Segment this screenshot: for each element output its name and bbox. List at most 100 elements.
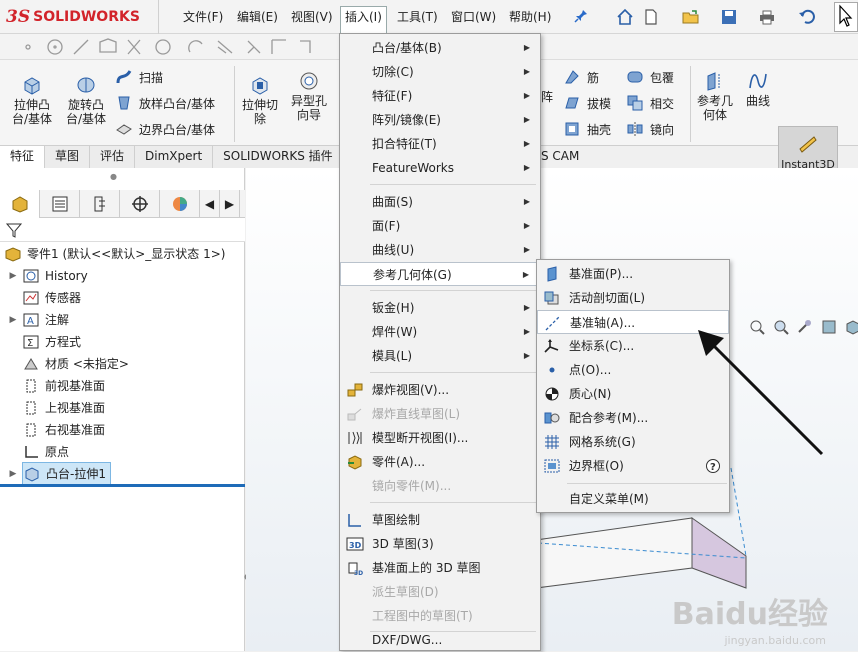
tree-item-sensors[interactable]: 传感器 [4, 287, 81, 309]
tab-dimxpert[interactable]: DimXpert [135, 146, 214, 168]
tree-item-annotations[interactable]: ▶ A 注解 [4, 309, 69, 331]
submenu-arrow-icon: ▶ [523, 139, 530, 148]
hole-wizard-button[interactable]: 异型孔 向导 [286, 70, 332, 122]
menu-item-face[interactable]: 面(F) ▶ [340, 214, 540, 238]
configuration-tab[interactable] [80, 190, 120, 218]
new-document-icon[interactable] [640, 6, 662, 28]
menu-item-sketch-from-drawing: 工程图中的草图(T) [372, 609, 473, 623]
revolve-boss-button[interactable]: 旋转凸 台/基体 [60, 74, 112, 126]
open-folder-icon[interactable] [680, 6, 702, 28]
extrude-label: 拉伸凸 台/基体 [11, 98, 53, 126]
menu-file[interactable]: 文件(F) [179, 7, 227, 27]
menu-item-molds[interactable]: 模具(L) ▶ [340, 344, 540, 368]
tree-item-front-plane[interactable]: 前视基准面 [4, 375, 105, 397]
tree-item-top-plane[interactable]: 上视基准面 [4, 397, 105, 419]
tab-addins[interactable]: SOLIDWORKS 插件 [213, 146, 344, 168]
menu-item-customize-menu[interactable]: 自定义菜单(M) [537, 487, 729, 511]
menu-item-fastening-feature[interactable]: 扣合特征(T) ▶ [340, 132, 540, 156]
tree-item-right-plane[interactable]: 右视基准面 [4, 419, 105, 441]
menu-item-weldments[interactable]: 焊件(W) ▶ [340, 320, 540, 344]
sensor-icon [23, 291, 39, 305]
shell-button[interactable]: 抽壳 [563, 118, 611, 140]
sketch-tools-icons[interactable] [0, 34, 330, 60]
select-cursor-button[interactable] [834, 2, 858, 32]
tree-item-label: History [45, 269, 88, 283]
menu-item-sheet-metal[interactable]: 钣金(H) ▶ [340, 296, 540, 320]
extrude-boss-button[interactable]: 拉伸凸 台/基体 [8, 74, 56, 126]
menu-item-live-section-plane[interactable]: 活动剖切面(L) [537, 286, 729, 310]
svg-text:A: A [27, 316, 34, 327]
tab-scroll-right[interactable]: ▶ [220, 190, 240, 218]
property-manager-tab[interactable] [40, 190, 80, 218]
menu-tools[interactable]: 工具(T) [393, 7, 442, 27]
tab-cam-partial[interactable]: S CAM [541, 149, 579, 163]
tab-evaluate[interactable]: 评估 [90, 146, 136, 168]
menu-help[interactable]: 帮助(H) [505, 7, 555, 27]
sweep-icon [116, 70, 132, 84]
menu-item-reference-geometry[interactable]: 参考几何体(G) ▶ [340, 262, 540, 286]
menu-item-part[interactable]: 零件(A)... [340, 450, 540, 474]
intersect-button[interactable]: 相交 [626, 92, 674, 114]
curves-button[interactable]: 曲线 [740, 70, 776, 108]
expand-arrow-icon[interactable]: ▶ [4, 463, 22, 485]
menu-item-exploded-view[interactable]: 爆炸视图(V)... [340, 378, 540, 402]
wrap-button[interactable]: 包覆 [626, 66, 674, 88]
menu-item-surface[interactable]: 曲面(S) ▶ [340, 190, 540, 214]
undo-icon[interactable] [796, 6, 818, 28]
home-icon[interactable] [614, 6, 636, 28]
tree-item-label: 注解 [45, 313, 70, 327]
menu-item-3d-sketch[interactable]: 3D 3D 草图(3) [340, 532, 540, 556]
filter-icon[interactable] [5, 221, 23, 239]
plane-icon [26, 423, 36, 437]
print-icon[interactable] [756, 6, 778, 28]
menu-item-plane[interactable]: 基准面(P)... [537, 262, 729, 286]
expand-arrow-icon[interactable]: ▶ [4, 309, 22, 331]
menu-view[interactable]: 视图(V) [287, 7, 337, 27]
tree-item-boss-extrude1[interactable]: ▶ 凸台-拉伸1 [4, 462, 111, 486]
save-icon[interactable] [718, 6, 740, 28]
solidworks-logo[interactable]: 3S SOLIDWORKS [6, 6, 140, 28]
menu-item-dxf-dwg[interactable]: DXF/DWG... [340, 628, 540, 652]
draft-button[interactable]: 拔模 [563, 92, 611, 114]
view-orientation-icon[interactable] [844, 318, 858, 336]
tree-root[interactable]: 零件1 (默认<<默认>_显示状态 1>) [4, 243, 225, 265]
tree-item-origin[interactable]: 原点 [4, 441, 69, 463]
menu-item-features[interactable]: 特征(F) ▶ [340, 84, 540, 108]
boundary-boss-button[interactable]: 边界凸台/基体 [115, 118, 215, 140]
feature-tree-tab[interactable] [0, 190, 40, 218]
loft-button[interactable]: 放样凸台/基体 [115, 92, 215, 114]
array-partial-label[interactable]: 阵 [541, 88, 553, 105]
tree-item-material[interactable]: 材质 <未指定> [4, 353, 129, 375]
rib-button[interactable]: 筋 [563, 66, 599, 88]
tree-item-label: 传感器 [45, 291, 82, 305]
annotation-arrow [698, 330, 824, 456]
menu-item-cut[interactable]: 切除(C) ▶ [340, 60, 540, 84]
menu-item-featureworks[interactable]: FeatureWorks ▶ [340, 156, 540, 180]
menu-item-curve[interactable]: 曲线(U) ▶ [340, 238, 540, 262]
tab-sketch[interactable]: 草图 [45, 146, 91, 168]
shell-icon [565, 122, 579, 136]
expand-arrow-icon[interactable]: ▶ [4, 265, 22, 287]
menu-item-3d-sketch-on-plane[interactable]: 3D 基准面上的 3D 草图 [340, 556, 540, 580]
extrude-cut-icon [252, 77, 268, 95]
menu-edit[interactable]: 编辑(E) [233, 7, 282, 27]
menu-item-sketch[interactable]: 草图绘制 [340, 508, 540, 532]
grid-icon [545, 435, 559, 449]
mirror-button[interactable]: 镜向 [626, 118, 674, 140]
pin-icon[interactable] [573, 8, 589, 24]
sweep-button[interactable]: 扫描 [115, 66, 163, 88]
menu-item-pattern-mirror[interactable]: 阵列/镜像(E) ▶ [340, 108, 540, 132]
menu-item-boss-base[interactable]: 凸台/基体(B) ▶ [340, 36, 540, 60]
menu-window[interactable]: 窗口(W) [447, 7, 500, 27]
tab-features[interactable]: 特征 [0, 146, 46, 168]
display-manager-tab[interactable] [160, 190, 200, 218]
dimxpert-tab[interactable] [120, 190, 160, 218]
boundary-icon [116, 124, 132, 135]
menu-item-model-break-view[interactable]: 模型断开视图(I)... [340, 426, 540, 450]
menu-insert[interactable]: 插入(I) [340, 6, 387, 33]
reference-geometry-button[interactable]: 参考几 何体 [694, 70, 736, 122]
tree-item-equations[interactable]: Σ 方程式 [4, 331, 81, 353]
extrude-cut-button[interactable]: 拉伸切 除 [238, 74, 282, 126]
tab-scroll-left[interactable]: ◀ [200, 190, 220, 218]
tree-item-history[interactable]: ▶ History [4, 265, 88, 287]
